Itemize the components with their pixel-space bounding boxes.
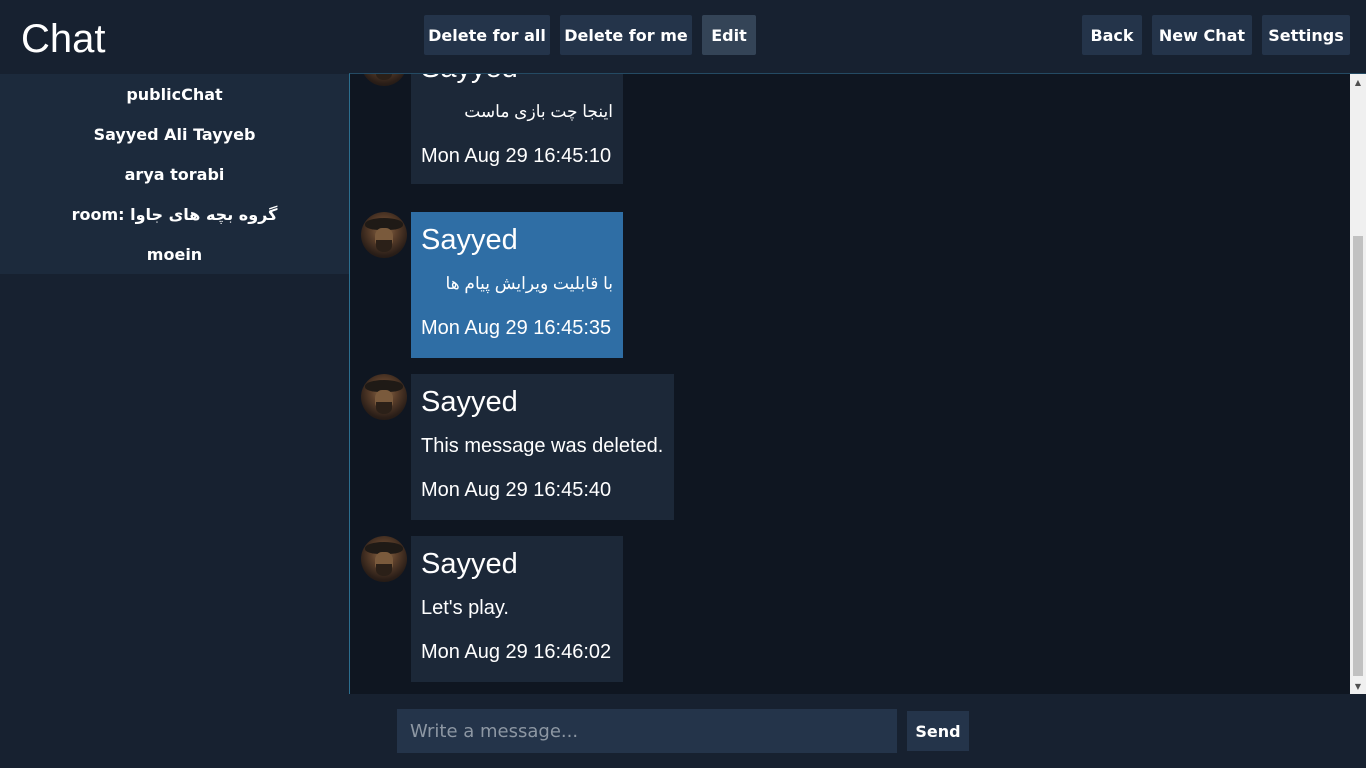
message-separator: ____________________	[421, 626, 613, 640]
message-sender: Sayyed	[421, 548, 518, 580]
settings-button[interactable]: Settings	[1262, 15, 1350, 55]
scrollbar-thumb[interactable]	[1353, 236, 1363, 676]
new-chat-button[interactable]: New Chat	[1152, 15, 1252, 55]
delete-for-all-button[interactable]: Delete for all	[424, 15, 550, 55]
send-button[interactable]: Send	[907, 711, 969, 751]
message-input[interactable]	[397, 709, 897, 753]
message-timestamp: Mon Aug 29 16:45:10	[421, 145, 612, 167]
message-composer: Send	[0, 694, 1366, 768]
app-title: Chat	[21, 17, 106, 61]
message-bubble-selected[interactable]: Sayyed با قابلیت ویرایش پیام ها ________…	[411, 212, 623, 358]
message-list[interactable]: Sayyed اینجا چت بازی ماست ______________…	[349, 73, 1366, 694]
chat-sidebar: publicChat Sayyed Ali Tayyeb arya torabi…	[0, 74, 349, 694]
chat-item-room-java[interactable]: room: گروه بچه های جاوا	[0, 194, 349, 234]
message-text: با قابلیت ویرایش پیام ها	[445, 274, 613, 293]
avatar	[361, 74, 407, 86]
message-text: اینجا چت بازی ماست	[464, 102, 613, 121]
message-sender: Sayyed	[421, 74, 613, 88]
message-text: This message was deleted.	[421, 435, 664, 457]
message-sender: Sayyed	[421, 386, 518, 418]
chat-item-sayyed-ali-tayyeb[interactable]: Sayyed Ali Tayyeb	[0, 114, 349, 154]
message-separator: ____________________	[421, 464, 624, 478]
avatar	[361, 374, 407, 420]
message-timestamp: Mon Aug 29 16:45:40	[421, 479, 612, 501]
delete-for-me-button[interactable]: Delete for me	[560, 15, 692, 55]
chat-item-arya-torabi[interactable]: arya torabi	[0, 154, 349, 194]
chat-item-publicchat[interactable]: publicChat	[0, 74, 349, 114]
chat-item-moein[interactable]: moein	[0, 234, 349, 274]
message-timestamp: Mon Aug 29 16:46:02	[421, 641, 612, 663]
back-button[interactable]: Back	[1082, 15, 1142, 55]
message-text: Let's play.	[421, 597, 509, 619]
top-bar: Chat Delete for all Delete for me Edit B…	[0, 0, 1366, 74]
avatar	[361, 212, 407, 258]
scroll-up-arrow-icon[interactable]: ▲	[1350, 74, 1366, 90]
avatar	[361, 536, 407, 582]
message-separator: ____________________	[421, 302, 613, 316]
message-bubble[interactable]: Sayyed This message was deleted. _______…	[411, 374, 674, 520]
message-bubble[interactable]: Sayyed اینجا چت بازی ماست ______________…	[411, 74, 623, 184]
chat-list: publicChat Sayyed Ali Tayyeb arya torabi…	[0, 74, 349, 274]
message-timestamp: Mon Aug 29 16:45:35	[421, 317, 612, 339]
vertical-scrollbar[interactable]: ▲ ▼	[1350, 74, 1366, 694]
message-separator: ____________________	[421, 130, 613, 144]
message-bubble[interactable]: Sayyed Let's play. ____________________ …	[411, 536, 623, 682]
edit-button[interactable]: Edit	[702, 15, 756, 55]
scroll-down-arrow-icon[interactable]: ▼	[1350, 678, 1366, 694]
message-sender: Sayyed	[421, 224, 518, 256]
